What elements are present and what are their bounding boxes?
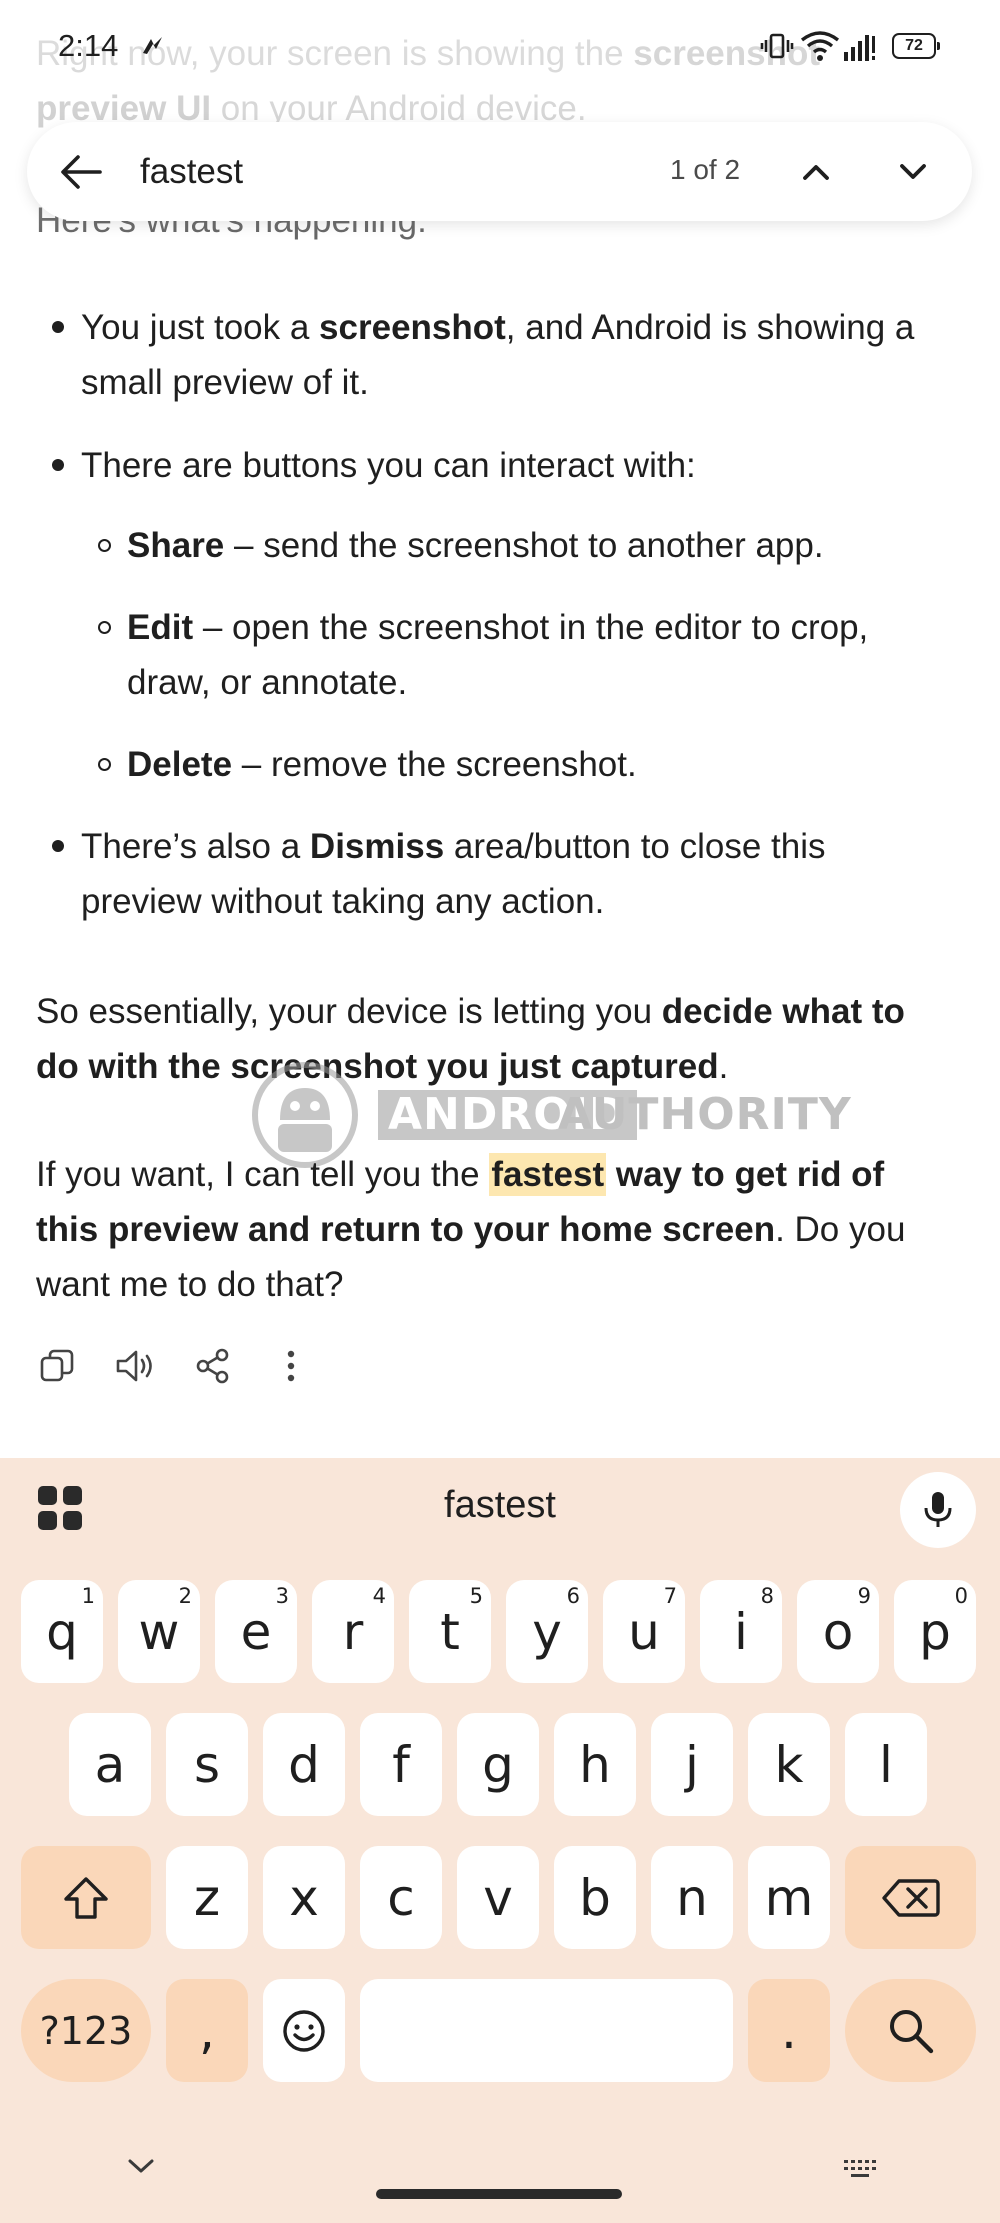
- key-v[interactable]: v: [457, 1846, 539, 1949]
- find-in-page-bar: 1 of 2: [27, 122, 972, 221]
- gesture-home-bar[interactable]: [376, 2189, 622, 2199]
- key-j[interactable]: j: [651, 1713, 733, 1816]
- key-n[interactable]: n: [651, 1846, 733, 1949]
- key-k[interactable]: k: [748, 1713, 830, 1816]
- backspace-icon: [881, 1878, 940, 1917]
- key-g[interactable]: g: [457, 1713, 539, 1816]
- key-o[interactable]: o9: [797, 1580, 879, 1683]
- bullet-dot: [52, 459, 64, 471]
- keyboard-toolbar: fastest: [0, 1458, 1000, 1558]
- bullet-dot: [52, 840, 64, 852]
- key-r[interactable]: r4: [312, 1580, 394, 1683]
- period-key[interactable]: .: [748, 1979, 830, 2082]
- suggestion-chip[interactable]: fastest: [0, 1484, 1000, 1527]
- copy-button[interactable]: [36, 1345, 78, 1387]
- symbols-key[interactable]: ?123: [21, 1979, 151, 2082]
- sub-bullet-dot: [98, 621, 111, 634]
- key-s[interactable]: s: [166, 1713, 248, 1816]
- signal-icon: [844, 35, 875, 61]
- emoji-icon: [283, 2009, 325, 2052]
- shift-key[interactable]: [21, 1846, 151, 1949]
- comma-key[interactable]: ,: [166, 1979, 248, 2082]
- key-m[interactable]: m: [748, 1846, 830, 1949]
- battery-indicator: 72: [892, 33, 940, 59]
- next-match-button[interactable]: [889, 148, 937, 196]
- key-x[interactable]: x: [263, 1846, 345, 1949]
- share-button[interactable]: [192, 1345, 234, 1387]
- shift-icon: [64, 1876, 108, 1919]
- more-vert-icon: [287, 1350, 295, 1382]
- search-icon: [889, 2009, 933, 2053]
- key-c[interactable]: c: [360, 1846, 442, 1949]
- keyboard-switch-icon[interactable]: [842, 2158, 882, 2180]
- sub-bullet-dot: [98, 539, 111, 552]
- status-bar: 2:14 72: [0, 0, 1000, 95]
- read-aloud-button[interactable]: [114, 1345, 156, 1387]
- emoji-key[interactable]: [263, 1979, 345, 2082]
- key-y[interactable]: y6: [506, 1580, 588, 1683]
- hide-keyboard-chevron-icon[interactable]: [126, 2156, 156, 2176]
- speaker-icon: [116, 1350, 152, 1382]
- space-bar[interactable]: [360, 1979, 733, 2082]
- search-match-highlight: fastest: [489, 1153, 607, 1196]
- previous-match-button[interactable]: [792, 148, 840, 196]
- bullet-buttons: There are buttons you can interact with:: [81, 446, 696, 485]
- sub-bullet-delete: Delete – remove the screenshot.: [127, 745, 637, 784]
- backspace-key[interactable]: [845, 1846, 976, 1949]
- key-w[interactable]: w2: [118, 1580, 200, 1683]
- find-input[interactable]: [140, 144, 640, 200]
- sub-bullet-share: Share – send the screenshot to another a…: [127, 526, 824, 565]
- copy-icon: [40, 1349, 74, 1382]
- keyboard: fastest q1 w2 e3 r4 t5 y6 u7 i8 o9 p0 a …: [0, 1458, 1000, 2223]
- key-i[interactable]: i8: [700, 1580, 782, 1683]
- key-u[interactable]: u7: [603, 1580, 685, 1683]
- key-h[interactable]: h: [554, 1713, 636, 1816]
- status-time: 2:14: [58, 28, 119, 63]
- vibrate-icon: [760, 33, 794, 59]
- bullet-screenshot: You just took a screenshot, and Android …: [81, 308, 915, 402]
- chevron-down-icon: [900, 164, 926, 179]
- wifi-icon: [800, 31, 840, 61]
- offer-paragraph: If you want, I can tell you the fastest …: [36, 1153, 906, 1304]
- notification-app-icon: [143, 37, 162, 54]
- response-actions: [36, 1345, 312, 1387]
- more-options-button[interactable]: [270, 1345, 312, 1387]
- key-p[interactable]: p0: [894, 1580, 976, 1683]
- key-b[interactable]: b: [554, 1846, 636, 1949]
- sub-bullet-edit: Edit – open the screenshot in the editor…: [127, 608, 869, 702]
- key-t[interactable]: t5: [409, 1580, 491, 1683]
- key-d[interactable]: d: [263, 1713, 345, 1816]
- mic-icon: [924, 1492, 952, 1527]
- key-a[interactable]: a: [69, 1713, 151, 1816]
- back-button[interactable]: [55, 146, 107, 198]
- arrow-back-icon: [61, 155, 102, 189]
- voice-input-button[interactable]: [900, 1472, 976, 1548]
- key-z[interactable]: z: [166, 1846, 248, 1949]
- key-l[interactable]: l: [845, 1713, 927, 1816]
- sub-bullet-dot: [98, 758, 111, 771]
- share-icon: [196, 1348, 229, 1384]
- chevron-up-icon: [803, 165, 829, 180]
- match-count: 1 of 2: [670, 154, 741, 185]
- bullet-dismiss: There’s also a Dismiss area/button to cl…: [81, 827, 826, 921]
- search-key[interactable]: [845, 1979, 976, 2082]
- bullet-dot: [52, 321, 64, 333]
- watermark-word-authority: AUTHORITY: [558, 1089, 852, 1140]
- key-q[interactable]: q1: [21, 1580, 103, 1683]
- key-f[interactable]: f: [360, 1713, 442, 1816]
- key-e[interactable]: e3: [215, 1580, 297, 1683]
